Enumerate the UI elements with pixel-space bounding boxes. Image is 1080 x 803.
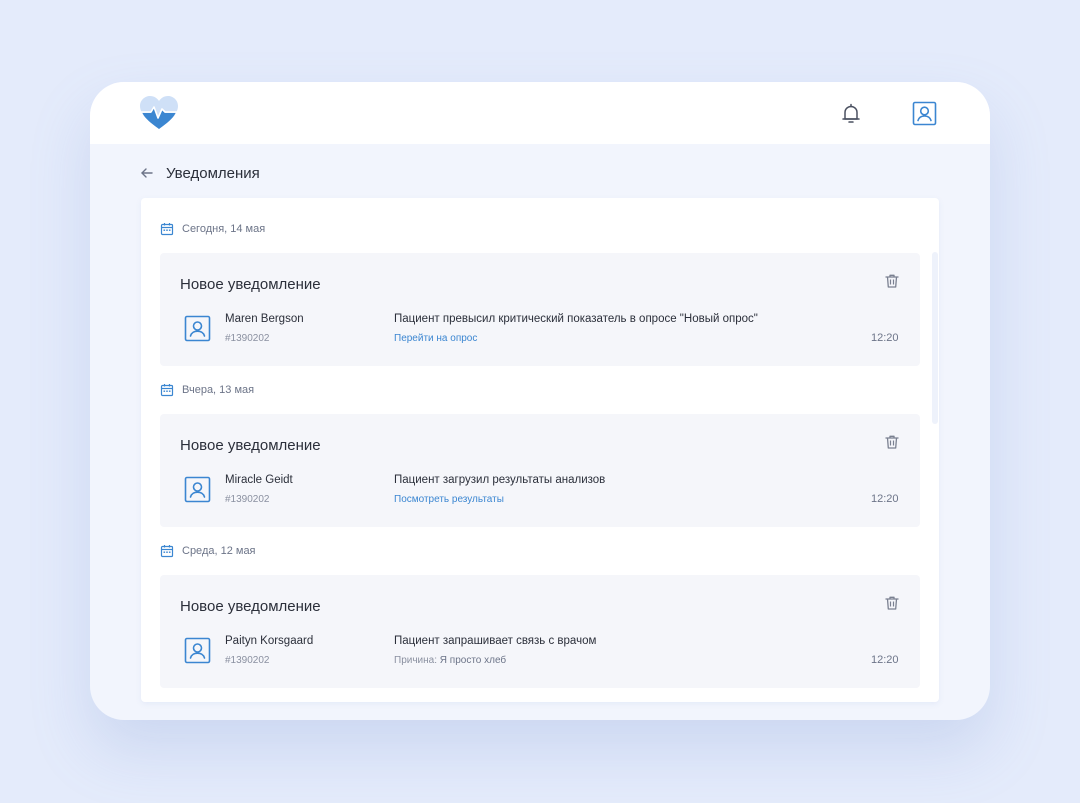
notification-message: Пациент превысил критический показатель … (394, 313, 758, 325)
reason-label: Причина: (394, 655, 437, 666)
notification-card: Новое уведомление Paityn Korsgaard #1390… (160, 575, 920, 688)
date-group-header: Среда, 12 мая (160, 543, 256, 559)
date-label: Сегодня, 14 мая (182, 223, 266, 235)
date-label: Среда, 12 мая (182, 545, 256, 557)
date-group-header: Вчера, 13 мая (160, 382, 254, 398)
patient-name[interactable]: Maren Bergson (225, 313, 304, 325)
top-bar (90, 82, 990, 144)
date-group-header: Сегодня, 14 мая (160, 221, 265, 237)
patient-id: #1390202 (225, 333, 270, 344)
calendar-icon (160, 383, 174, 397)
notification-card: Новое уведомление Maren Bergson #1390202… (160, 253, 920, 366)
patient-avatar-icon[interactable] (184, 315, 211, 342)
user-profile-icon[interactable] (912, 101, 937, 126)
date-label: Вчера, 13 мая (182, 384, 255, 396)
trash-icon[interactable] (884, 434, 900, 450)
view-results-link[interactable]: Посмотреть результаты (394, 494, 504, 505)
page-header: Уведомления (140, 162, 260, 184)
heart-pulse-logo-icon[interactable] (138, 95, 180, 131)
scrollbar[interactable] (932, 252, 938, 424)
patient-avatar-icon[interactable] (184, 637, 211, 664)
patient-avatar-icon[interactable] (184, 476, 211, 503)
notification-time: 12:20 (871, 332, 899, 344)
patient-id: #1390202 (225, 494, 270, 505)
notification-title: Новое уведомление (180, 437, 321, 454)
notification-title: Новое уведомление (180, 598, 321, 615)
contact-reason: Причина: Я просто хлеб (394, 655, 506, 666)
notification-message: Пациент запрашивает связь с врачом (394, 635, 597, 647)
notification-card: Новое уведомление Miracle Geidt #1390202… (160, 414, 920, 527)
trash-icon[interactable] (884, 273, 900, 289)
notification-title: Новое уведомление (180, 276, 321, 293)
patient-name[interactable]: Miracle Geidt (225, 474, 293, 486)
notifications-panel: Сегодня, 14 мая Новое уведомление Maren … (141, 198, 939, 702)
page-title: Уведомления (166, 164, 260, 182)
calendar-icon (160, 222, 174, 236)
notification-time: 12:20 (871, 493, 899, 505)
trash-icon[interactable] (884, 595, 900, 611)
arrow-left-icon[interactable] (140, 166, 154, 180)
notification-message: Пациент загрузил результаты анализов (394, 474, 606, 486)
app-window: Уведомления Сегодня, 14 мая Новое уведом… (90, 82, 990, 720)
calendar-icon (160, 544, 174, 558)
patient-name[interactable]: Paityn Korsgaard (225, 635, 313, 647)
patient-id: #1390202 (225, 655, 270, 666)
reason-value: Я просто хлеб (439, 655, 507, 666)
go-to-survey-link[interactable]: Перейти на опрос (394, 333, 477, 344)
bell-icon[interactable] (839, 102, 863, 126)
notification-time: 12:20 (871, 654, 899, 666)
